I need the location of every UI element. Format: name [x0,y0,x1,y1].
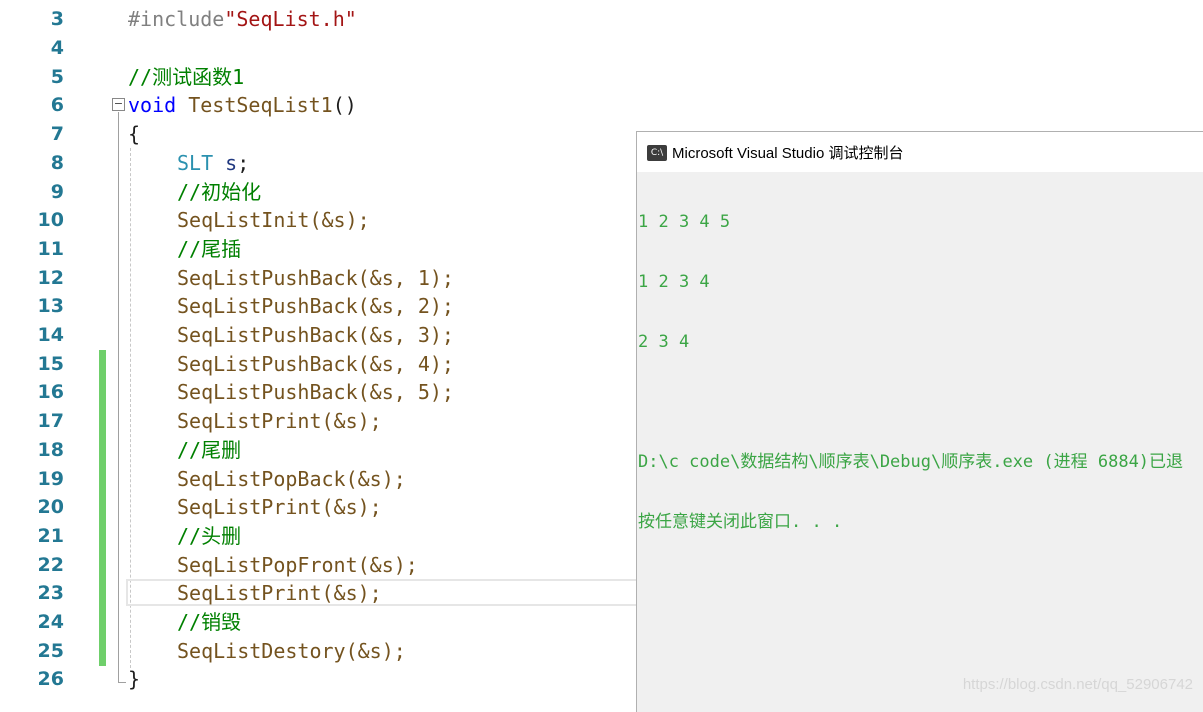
code-line[interactable]: SeqListPushBack(&s, 3); [177,321,454,350]
line-number: 25 [37,640,64,662]
debug-console-window[interactable]: C:\ Microsoft Visual Studio 调试控制台 1 2 3 … [636,131,1203,712]
line-number: 11 [37,238,64,260]
line-number: 15 [37,353,64,375]
line-number: 24 [37,611,64,633]
line-number: 13 [37,295,64,317]
code-line[interactable]: //销毁 [177,608,241,637]
code-line[interactable]: SLT s; [177,149,249,178]
output-line: 按任意键关闭此窗口. . . [638,512,843,532]
code-line[interactable]: SeqListPushBack(&s, 5); [177,378,454,407]
line-number: 20 [37,496,64,518]
line-number: 6 [50,94,64,116]
line-number: 19 [37,468,64,490]
code-line[interactable]: void TestSeqList1() [128,91,357,120]
code-line[interactable]: SeqListPrint(&s); [177,493,382,522]
line-number: 4 [50,37,64,59]
line-number: 12 [37,267,64,289]
console-titlebar[interactable]: C:\ Microsoft Visual Studio 调试控制台 [637,132,1203,172]
code-line[interactable]: //头删 [177,522,241,551]
output-line: 1 2 3 4 5 [638,212,731,232]
code-line[interactable]: SeqListPrint(&s); [177,579,382,608]
line-number: 7 [50,123,64,145]
line-number: 21 [37,525,64,547]
line-number: 16 [37,381,64,403]
watermark: https://blog.csdn.net/qq_52906742 [962,676,1193,693]
line-number: 18 [37,439,64,461]
line-number: 22 [37,554,64,576]
line-number: 8 [50,152,64,174]
console-app-icon: C:\ [647,145,667,161]
output-line: 1 2 3 4 [638,272,710,292]
code-line[interactable]: //初始化 [177,178,261,207]
code-line[interactable]: //测试函数1 [128,63,244,92]
line-number: 9 [50,181,64,203]
output-line: D:\c code\数据结构\顺序表\Debug\顺序表.exe (进程 688… [638,452,1184,472]
line-number: 5 [50,66,64,88]
code-line[interactable]: SeqListPushBack(&s, 1); [177,264,454,293]
console-output: 1 2 3 4 5 1 2 3 4 2 3 4 D:\c code\数据结构\顺… [638,172,1183,572]
code-line[interactable]: { [128,120,140,149]
code-line[interactable]: SeqListPopBack(&s); [177,465,406,494]
line-number: 17 [37,410,64,432]
line-number: 10 [37,209,64,231]
line-number: 14 [37,324,64,346]
line-number: 26 [37,668,64,690]
code-line[interactable]: SeqListInit(&s); [177,206,370,235]
output-line: 2 3 4 [638,332,690,352]
line-number: 23 [37,582,64,604]
line-number: 3 [50,8,64,30]
code-line[interactable]: //尾删 [177,436,241,465]
code-line[interactable]: //尾插 [177,235,241,264]
code-line[interactable]: SeqListPushBack(&s, 4); [177,350,454,379]
code-line[interactable]: SeqListPushBack(&s, 2); [177,292,454,321]
code-line[interactable]: SeqListPopFront(&s); [177,551,418,580]
code-line[interactable]: #include"SeqList.h" [128,5,357,34]
console-title: Microsoft Visual Studio 调试控制台 [672,145,904,162]
code-line[interactable]: SeqListPrint(&s); [177,407,382,436]
code-line[interactable]: } [128,665,140,694]
code-line[interactable]: SeqListDestory(&s); [177,637,406,666]
